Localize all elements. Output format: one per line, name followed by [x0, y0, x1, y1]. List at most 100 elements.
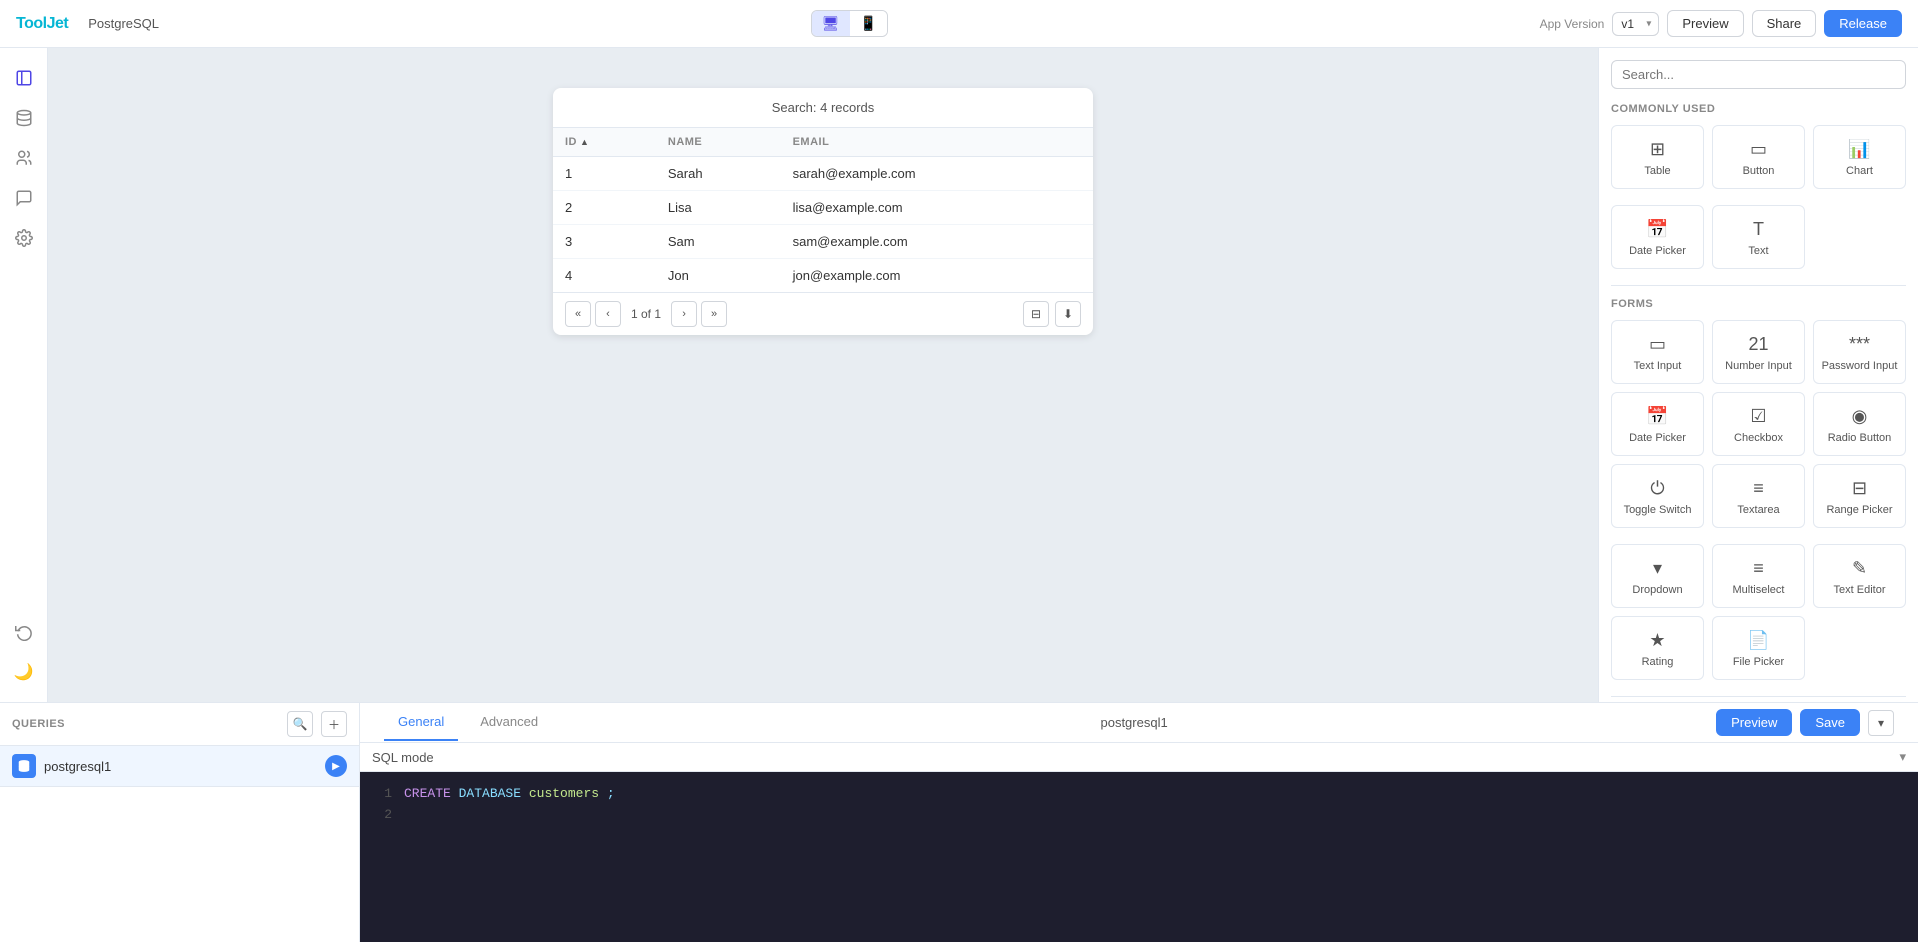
queries-label: QUERIES [12, 718, 279, 730]
tab-general[interactable]: General [384, 704, 458, 741]
toggle-switch-widget[interactable]: ⏻Toggle Switch [1611, 464, 1704, 528]
last-page-button[interactable]: » [701, 301, 727, 327]
date-picker-widget[interactable]: 📅Date Picker [1611, 205, 1704, 269]
text-input-widget[interactable]: ▭Text Input [1611, 320, 1704, 384]
right-panel: Commonly Used ⊞Table ▭ Button 📊 Chart 📅Date … [1598, 48, 1918, 702]
radio-button-widget-label: Radio Button [1828, 432, 1892, 444]
download-button[interactable]: ⬇ [1055, 301, 1081, 327]
prev-page-button[interactable]: ‹ [595, 301, 621, 327]
mobile-view-button[interactable]: 📱 [850, 11, 887, 36]
next-page-button[interactable]: › [671, 301, 697, 327]
col-header-id[interactable]: ID ▲ [553, 128, 656, 157]
sidebar-item-data[interactable] [6, 100, 42, 136]
sidebar-item-users[interactable] [6, 140, 42, 176]
sidebar-item-darkmode[interactable]: 🌙 [6, 654, 42, 690]
number-input-widget-icon: 21 [1748, 334, 1768, 355]
cell-id: 1 [553, 157, 656, 191]
multiselect-widget[interactable]: ≡Multiselect [1712, 544, 1805, 608]
textarea-widget[interactable]: ≡Textarea [1712, 464, 1805, 528]
query-item[interactable]: postgresql1 ▶ [0, 746, 359, 787]
button-widget-icon: ▭ [1750, 139, 1767, 160]
run-query-button[interactable]: ▶ [325, 755, 347, 777]
widget-search-input[interactable] [1611, 60, 1906, 89]
commonly-used-label: Commonly Used [1611, 103, 1906, 115]
text-editor-widget[interactable]: ✎Text Editor [1813, 544, 1906, 608]
query-save-button[interactable]: Save [1800, 709, 1860, 736]
date-picker-form-widget[interactable]: 📅Date Picker [1611, 392, 1704, 456]
table-row: 4Jonjon@example.com [553, 259, 1093, 293]
search-queries-button[interactable]: 🔍 [287, 711, 313, 737]
version-select[interactable]: v1 [1612, 12, 1659, 36]
release-button[interactable]: Release [1824, 10, 1902, 37]
table-widget[interactable]: ⊞Table [1611, 125, 1704, 189]
app-name: PostgreSQL [88, 16, 159, 31]
col-header-email[interactable]: EMAIL [781, 128, 1093, 157]
share-button[interactable]: Share [1752, 10, 1817, 37]
code-editor[interactable]: 1 CREATE DATABASE customers ; 2 [360, 772, 1918, 942]
file-picker-widget[interactable]: 📄File Picker [1712, 616, 1805, 680]
range-picker-widget-icon: ⊟ [1852, 478, 1867, 499]
button-widget[interactable]: ▭ Button [1712, 125, 1805, 189]
chart-widget-label: Chart [1846, 165, 1873, 177]
dropdown-widget-icon: ▾ [1653, 558, 1662, 579]
table-footer: « ‹ 1 of 1 › » ⊟ ⬇ [553, 292, 1093, 335]
radio-button-widget[interactable]: ◉ Radio Button [1813, 392, 1906, 456]
sidebar-item-settings[interactable] [6, 220, 42, 256]
first-page-button[interactable]: « [565, 301, 591, 327]
query-editor-tabs: General Advanced postgresql1 Preview Sav… [360, 703, 1918, 743]
cell-name: Jon [656, 259, 781, 293]
table-row: 2Lisalisa@example.com [553, 191, 1093, 225]
radio-button-widget-icon: ◉ [1852, 406, 1868, 427]
sql-mode-chevron[interactable]: ▾ [1899, 749, 1906, 765]
range-picker-widget-label: Range Picker [1826, 504, 1892, 516]
display-grid: 📅Date PickerTText [1611, 205, 1906, 269]
table-widget-label: Table [1644, 165, 1670, 177]
sql-mode-label: SQL mode [372, 750, 1899, 765]
desktop-view-button[interactable]: 🖥 [812, 11, 850, 36]
query-name-display: postgresql1 [560, 715, 1708, 730]
query-list-header: QUERIES 🔍 ＋ [0, 703, 359, 746]
date-picker-widget-icon: 📅 [1646, 219, 1668, 240]
checkbox-widget-icon: ☑ [1750, 406, 1766, 427]
query-collapse-button[interactable]: ▾ [1868, 710, 1894, 736]
tab-advanced[interactable]: Advanced [466, 704, 552, 741]
checkbox-widget[interactable]: ☑Checkbox [1712, 392, 1805, 456]
canvas-area[interactable]: Search: 4 records ID ▲ NAME EMAIL [48, 48, 1598, 702]
range-picker-widget[interactable]: ⊟ Range Picker [1813, 464, 1906, 528]
forms-label: Forms [1611, 298, 1906, 310]
textarea-widget-icon: ≡ [1753, 478, 1764, 499]
rating-widget-label: Rating [1642, 656, 1674, 668]
rating-widget[interactable]: ★Rating [1611, 616, 1704, 680]
date-picker-form-widget-icon: 📅 [1646, 406, 1668, 427]
sidebar-item-comments[interactable] [6, 180, 42, 216]
chart-widget[interactable]: 📊 Chart [1813, 125, 1906, 189]
cell-name: Sam [656, 225, 781, 259]
filter-button[interactable]: ⊟ [1023, 301, 1049, 327]
code-line-2: 2 [376, 805, 1902, 826]
cell-id: 2 [553, 191, 656, 225]
table-widget: Search: 4 records ID ▲ NAME EMAIL [553, 88, 1093, 335]
multiselect-widget-label: Multiselect [1733, 584, 1785, 596]
text-input-widget-label: Text Input [1634, 360, 1682, 372]
sidebar-item-pages[interactable] [6, 60, 42, 96]
text-widget[interactable]: TText [1712, 205, 1805, 269]
query-db-icon [12, 754, 36, 778]
table-search-header: Search: 4 records [553, 88, 1093, 128]
chart-widget-icon: 📊 [1848, 139, 1870, 160]
col-header-name[interactable]: NAME [656, 128, 781, 157]
preview-button[interactable]: Preview [1667, 10, 1743, 37]
dropdown-widget[interactable]: ▾Dropdown [1611, 544, 1704, 608]
line-num-1: 1 [376, 784, 392, 805]
commonly-used-grid: ⊞Table ▭ Button 📊 Chart [1611, 125, 1906, 189]
number-input-widget[interactable]: 21 Number Input [1712, 320, 1805, 384]
bottom-panel: QUERIES 🔍 ＋ postgresql1 ▶ General Advanc… [0, 702, 1918, 942]
add-query-button[interactable]: ＋ [321, 711, 347, 737]
query-editor-body: SQL mode ▾ 1 CREATE DATABASE customers ;… [360, 743, 1918, 942]
sidebar-item-undo[interactable] [6, 614, 42, 650]
button-widget-label: Button [1743, 165, 1775, 177]
number-input-widget-label: Number Input [1725, 360, 1792, 372]
password-input-widget[interactable]: ***Password Input [1813, 320, 1906, 384]
cell-email: lisa@example.com [781, 191, 1093, 225]
password-input-widget-icon: *** [1849, 334, 1870, 355]
query-preview-button[interactable]: Preview [1716, 709, 1792, 736]
